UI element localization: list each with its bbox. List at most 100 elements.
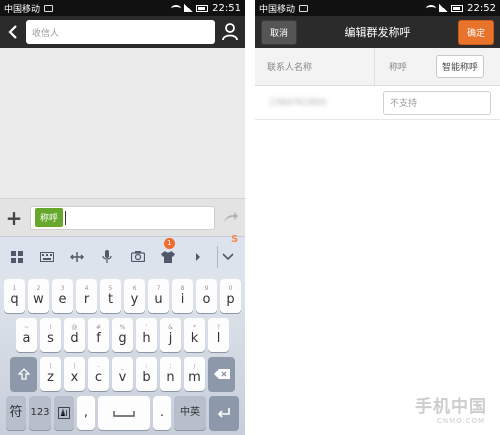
key-label: u — [154, 292, 163, 307]
signal-icon — [439, 4, 449, 12]
send-arrow-icon — [224, 212, 238, 222]
period-key[interactable]: . — [153, 396, 171, 430]
back-arrow-icon — [8, 25, 17, 39]
name-tag-chip[interactable]: 称呼 — [35, 208, 64, 227]
collapse-icon[interactable] — [216, 245, 239, 268]
key-e[interactable]: 3e — [52, 279, 73, 313]
key-label: z — [47, 370, 54, 385]
key-label: w — [33, 292, 44, 307]
key-z[interactable]: (z — [40, 357, 61, 391]
key-i[interactable]: 8i — [172, 279, 193, 313]
send-button[interactable] — [221, 208, 241, 227]
key-label: r — [83, 292, 90, 307]
comma-key[interactable]: , — [77, 396, 95, 430]
sim-icon — [44, 4, 54, 12]
key-f[interactable]: # f — [88, 318, 109, 352]
signal-icon — [184, 4, 194, 12]
key-label: m — [188, 370, 201, 385]
wifi-icon — [426, 4, 437, 12]
confirm-button[interactable]: 确定 — [457, 19, 494, 45]
camera-icon[interactable] — [127, 246, 149, 268]
key-label: h — [142, 331, 151, 346]
key-r[interactable]: 4r — [76, 279, 97, 313]
shirt-icon[interactable]: 1 — [157, 237, 179, 268]
keyboard: 1q2w3e4r5t6y7u8i9o0p ~ a! s @ d # f% g ' h & j * k? l … — [0, 276, 245, 435]
key-o[interactable]: 9o — [196, 279, 217, 313]
keyboard-row-2: ~ a! s @ d # f% g ' h & j * k? l — [2, 318, 243, 352]
contact-name-column: 联系人名称 — [255, 48, 375, 85]
key-label: a — [22, 331, 31, 346]
space-key[interactable] — [98, 396, 150, 430]
cancel-button[interactable]: 取消 — [261, 19, 298, 45]
key-label: f — [96, 331, 101, 346]
key-k[interactable]: * k — [184, 318, 205, 352]
key-label: k — [190, 331, 199, 346]
key-label: y — [130, 292, 139, 307]
title-column: 称呼 — [389, 63, 408, 73]
key-label: b — [142, 370, 151, 385]
key-label: c — [94, 370, 103, 385]
number-key[interactable]: 123 — [29, 396, 51, 430]
key-u[interactable]: 7u — [148, 279, 169, 313]
backspace-key[interactable] — [208, 357, 235, 391]
key-label: o — [202, 292, 211, 307]
key-q[interactable]: 1q — [4, 279, 25, 313]
screenshot-root: 中国移动 22:51 收信人 + 称呼 1 S 1 q 2 w 3 e 4 r … — [0, 0, 500, 435]
language-switch-key[interactable]: 中英 — [174, 396, 206, 430]
ime-toolbar: 1 — [0, 236, 245, 276]
wifi-icon — [171, 4, 182, 12]
compose-bar: + 称呼 — [0, 198, 245, 236]
key-b[interactable]: :b — [136, 357, 157, 391]
key-label: e — [58, 292, 67, 307]
contacts-button[interactable] — [219, 20, 241, 44]
table-row: 1384761800 不支持 — [255, 86, 500, 120]
ime-logo: S — [231, 234, 239, 245]
key-label: i — [180, 292, 185, 307]
key-d[interactable]: @ d — [64, 318, 85, 352]
key-a[interactable]: ~ a — [16, 318, 37, 352]
key-v[interactable]: _ v — [112, 357, 133, 391]
enter-key[interactable] — [209, 396, 239, 430]
key-w[interactable]: 2w — [28, 279, 49, 313]
symbol-key[interactable]: 符 — [6, 396, 26, 430]
title-input[interactable]: 不支持 — [383, 90, 491, 115]
key-label: q — [10, 292, 19, 307]
key-g[interactable]: % g — [112, 318, 133, 352]
add-attachment-button[interactable]: + — [4, 206, 24, 230]
battery-icon — [196, 4, 209, 12]
key-c[interactable]: -c — [88, 357, 109, 391]
key-t[interactable]: 5t — [100, 279, 121, 313]
grid-icon[interactable] — [6, 246, 28, 268]
compose-header: 收信人 — [0, 16, 245, 48]
key-s[interactable]: ! s — [40, 318, 61, 352]
recipient-input[interactable]: 收信人 — [26, 20, 215, 44]
message-input[interactable]: 称呼 — [30, 205, 215, 230]
emoji-icon[interactable] — [187, 246, 209, 268]
text-cursor — [65, 210, 67, 225]
keyboard-row-1: 1q2w3e4r5t6y7u8i9o0p — [2, 279, 243, 313]
key-m[interactable]: / m — [184, 357, 205, 391]
key-n[interactable]: ; n — [160, 357, 181, 391]
back-button[interactable] — [4, 20, 22, 44]
person-icon — [222, 23, 238, 41]
shift-key[interactable] — [10, 357, 37, 391]
smart-title-button[interactable]: 智能称呼 — [436, 55, 485, 78]
status-bar: 中国移动 22:51 — [0, 0, 245, 16]
ai-key[interactable] — [54, 396, 74, 430]
message-thread-area — [0, 48, 245, 198]
mic-icon[interactable] — [96, 246, 118, 268]
key-j[interactable]: & j — [160, 318, 181, 352]
key-label: t — [107, 292, 114, 307]
key-label: d — [70, 331, 79, 346]
right-phone: 中国移动 22:52 取消 编辑群发称呼 确定 联系人名称 称呼 智能称呼 13… — [255, 0, 500, 435]
clock: 22:52 — [467, 2, 496, 14]
contact-name: 1384761800 — [269, 97, 327, 108]
key-label: v — [118, 370, 127, 385]
cursor-move-icon[interactable] — [66, 246, 88, 268]
key-l[interactable]: ? l — [208, 318, 229, 352]
key-p[interactable]: 0p — [220, 279, 241, 313]
key-x[interactable]: ) x — [64, 357, 85, 391]
key-h[interactable]: ' h — [136, 318, 157, 352]
keyboard-icon[interactable] — [36, 246, 58, 268]
key-y[interactable]: 6y — [124, 279, 145, 313]
